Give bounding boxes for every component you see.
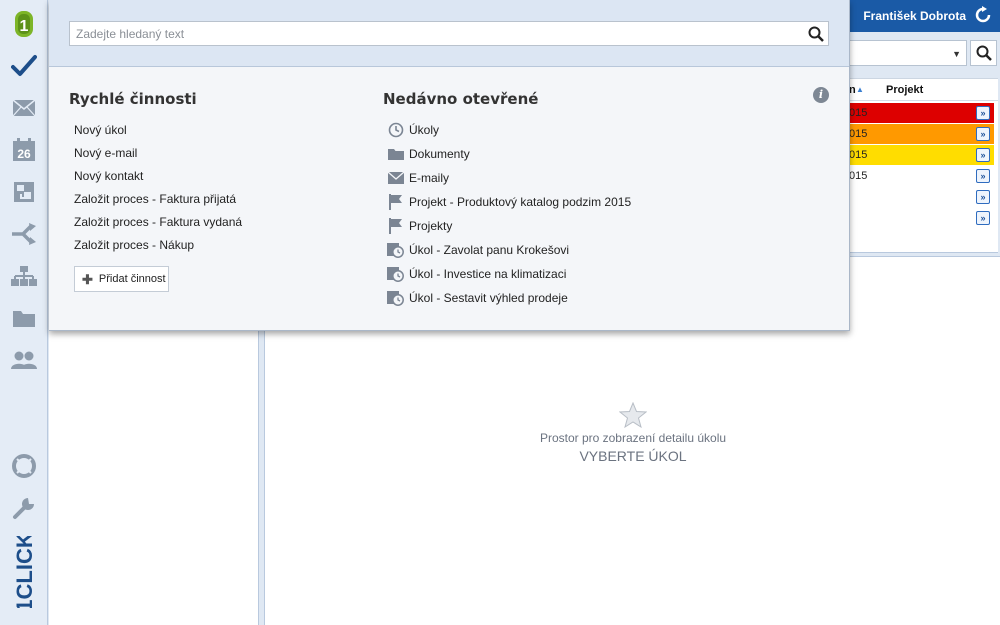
plus-icon: ✚ bbox=[82, 271, 93, 287]
tasks-check-icon[interactable] bbox=[0, 48, 48, 84]
add-action-label: Přidat činnost bbox=[98, 273, 166, 285]
task-clock-icon bbox=[387, 242, 404, 258]
task-grid: n ▲ Projekt 015 » 015 » 015 » 015 » » » bbox=[849, 78, 998, 253]
quick-action-purchase[interactable]: Založit proces - Nákup bbox=[74, 238, 194, 252]
quick-action-new-email[interactable]: Nový e-mail bbox=[74, 146, 137, 160]
open-row-icon[interactable]: » bbox=[976, 211, 990, 225]
settings-wrench-icon[interactable] bbox=[0, 490, 48, 526]
flag-icon bbox=[387, 218, 404, 234]
contacts-icon[interactable] bbox=[0, 342, 48, 378]
brand-text: 1CLICK bbox=[12, 536, 37, 608]
mail-icon[interactable] bbox=[0, 90, 48, 126]
quick-action-invoice-issued[interactable]: Založit proces - Faktura vydaná bbox=[74, 215, 242, 229]
recent-item-label: E-maily bbox=[409, 171, 450, 185]
calendar-icon[interactable]: 26 bbox=[0, 132, 48, 168]
left-navigation-bar: 1 26 1CLICK bbox=[0, 0, 48, 625]
recent-item-label: Projekty bbox=[409, 219, 453, 233]
quick-action-new-task[interactable]: Nový úkol bbox=[74, 123, 127, 137]
quick-actions-title: Rychlé činnosti bbox=[69, 90, 197, 108]
recent-title: Nedávno otevřené bbox=[383, 90, 539, 108]
recent-item-label: Úkol - Zavolat panu Krokešovi bbox=[409, 243, 570, 257]
calendar-day-label: 26 bbox=[17, 147, 31, 161]
task-clock-icon bbox=[387, 290, 404, 306]
open-row-icon[interactable]: » bbox=[976, 148, 990, 162]
folder-icon bbox=[387, 146, 404, 162]
recent-item[interactable]: Úkol - Sestavit výhled prodeje bbox=[387, 289, 568, 307]
filter-row: ▼ bbox=[849, 40, 998, 68]
folder-icon[interactable] bbox=[0, 300, 48, 336]
recent-item-label: Úkol - Sestavit výhled prodeje bbox=[409, 291, 568, 305]
recent-item-label: Úkoly bbox=[409, 123, 440, 137]
task-list-panel bbox=[49, 330, 259, 625]
table-cell: 015 bbox=[849, 128, 868, 140]
add-action-button[interactable]: ✚ Přidat činnost bbox=[74, 266, 169, 292]
select-task-text: VYBERTE ÚKOL bbox=[579, 448, 687, 464]
grid-header-project[interactable]: Projekt bbox=[886, 84, 923, 96]
table-cell: 015 bbox=[849, 149, 868, 161]
popup-search-bar bbox=[49, 0, 849, 67]
recent-item-label: Projekt - Produktový katalog podzim 2015 bbox=[409, 195, 632, 209]
table-row[interactable]: » bbox=[849, 187, 994, 207]
recent-item-label: Úkol - Investice na klimatizaci bbox=[409, 267, 567, 281]
documents-icon[interactable] bbox=[0, 174, 48, 210]
recent-item[interactable]: Úkoly bbox=[387, 121, 439, 139]
filter-search-button[interactable] bbox=[970, 40, 997, 66]
task-clock-icon bbox=[387, 266, 404, 282]
quick-search-popup: Rychlé činnosti Nedávno otevřené i Nový … bbox=[49, 0, 850, 331]
user-name[interactable]: František Dobrota bbox=[863, 9, 966, 23]
star-icon bbox=[619, 402, 647, 428]
recent-item[interactable]: Projekty bbox=[387, 217, 452, 235]
brand-logo-vertical: 1CLICK bbox=[12, 536, 37, 608]
table-cell: 015 bbox=[849, 107, 868, 119]
table-row[interactable]: 015 » bbox=[849, 145, 994, 165]
refresh-icon[interactable] bbox=[974, 6, 992, 29]
quick-action-new-contact[interactable]: Nový kontakt bbox=[74, 169, 143, 183]
table-row[interactable]: 015 » bbox=[849, 166, 994, 186]
recent-item[interactable]: E-maily bbox=[387, 169, 449, 187]
recent-item[interactable]: Projekt - Produktový katalog podzim 2015 bbox=[387, 193, 631, 211]
help-lifebuoy-icon[interactable] bbox=[0, 448, 48, 484]
recent-item-label: Dokumenty bbox=[409, 147, 470, 161]
flag-icon bbox=[387, 194, 404, 210]
open-row-icon[interactable]: » bbox=[976, 169, 990, 183]
recent-item[interactable]: Úkol - Investice na klimatizaci bbox=[387, 265, 566, 283]
sort-asc-icon: ▲ bbox=[856, 85, 864, 94]
table-row[interactable]: 015 » bbox=[849, 124, 994, 144]
recent-item[interactable]: Dokumenty bbox=[387, 145, 470, 163]
open-row-icon[interactable]: » bbox=[976, 106, 990, 120]
mail-icon bbox=[387, 170, 404, 186]
table-row[interactable]: » bbox=[849, 208, 994, 228]
search-button[interactable] bbox=[805, 23, 827, 44]
open-row-icon[interactable]: » bbox=[976, 190, 990, 204]
table-cell: 015 bbox=[849, 170, 868, 182]
chevron-down-icon: ▼ bbox=[952, 49, 961, 59]
grid-header-col-a[interactable]: n bbox=[849, 84, 856, 96]
open-row-icon[interactable]: » bbox=[976, 127, 990, 141]
search-icon bbox=[976, 45, 992, 61]
recent-item[interactable]: Úkol - Zavolat panu Krokešovi bbox=[387, 241, 569, 259]
detail-hint-text: Prostor pro zobrazení detailu úkolu bbox=[539, 431, 727, 445]
info-icon[interactable]: i bbox=[813, 87, 829, 103]
quick-action-invoice-received[interactable]: Založit proces - Faktura přijatá bbox=[74, 192, 236, 206]
svg-text:1: 1 bbox=[20, 18, 29, 35]
filter-select[interactable]: ▼ bbox=[849, 40, 967, 66]
app-logo-icon[interactable]: 1 bbox=[0, 6, 48, 42]
search-icon bbox=[808, 26, 824, 42]
clock-icon bbox=[387, 122, 404, 138]
processes-icon[interactable] bbox=[0, 216, 48, 252]
table-row[interactable]: 015 » bbox=[849, 103, 994, 123]
search-input[interactable] bbox=[69, 21, 829, 46]
org-chart-icon[interactable] bbox=[0, 258, 48, 294]
grid-header: n ▲ Projekt bbox=[849, 79, 998, 101]
